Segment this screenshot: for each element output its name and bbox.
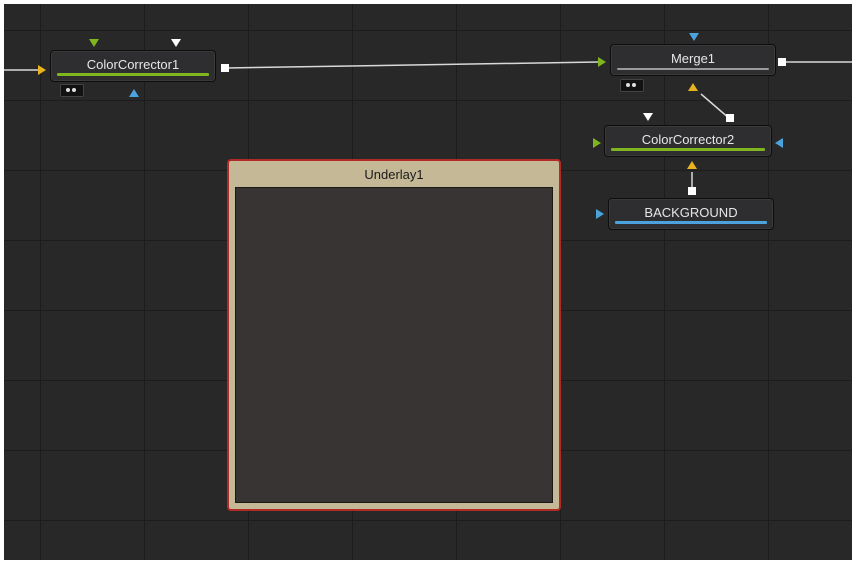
colorcorrector1-input-icon[interactable] <box>38 65 46 75</box>
colorcorrector1-output-port[interactable] <box>221 64 229 72</box>
colorcorrector1-mask-input-icon[interactable] <box>129 89 139 97</box>
wire-colorcorrector1-to-merge1[interactable] <box>225 61 599 69</box>
merge1-node[interactable]: Merge1 <box>610 44 776 76</box>
colorcorrector2-color-bar <box>611 148 765 151</box>
underlay1-title: Underlay1 <box>364 167 424 182</box>
background-color-bar <box>615 221 767 224</box>
colorcorrector1-matte-input-icon[interactable] <box>171 39 181 47</box>
merge1-effect-mask-input-icon[interactable] <box>689 33 699 41</box>
background-effect-mask-input-icon[interactable] <box>596 209 604 219</box>
colorcorrector1-effect-mask-input-icon[interactable] <box>89 39 99 47</box>
background-output-port[interactable] <box>688 187 696 195</box>
underlay1-node[interactable]: Underlay1 <box>227 159 561 511</box>
merge1-output-port[interactable] <box>778 58 786 66</box>
colorcorrector2-output-port[interactable] <box>726 114 734 122</box>
node-editor-canvas[interactable]: ColorCorrector1 Merge1 ColorCorrector2 B… <box>4 4 852 560</box>
colorcorrector1-node[interactable]: ColorCorrector1 <box>50 50 216 82</box>
colorcorrector2-effect-mask-input-icon[interactable] <box>593 138 601 148</box>
underlay1-body[interactable] <box>235 187 553 503</box>
background-label: BACKGROUND <box>644 205 738 220</box>
merge1-foreground-input-icon[interactable] <box>688 83 698 91</box>
colorcorrector1-color-bar <box>57 73 209 76</box>
colorcorrector1-view-toggle[interactable] <box>60 84 84 97</box>
colorcorrector2-input-icon[interactable] <box>687 161 697 169</box>
colorcorrector2-label: ColorCorrector2 <box>641 132 735 147</box>
colorcorrector2-matte-input-icon[interactable] <box>643 113 653 121</box>
colorcorrector1-label: ColorCorrector1 <box>86 57 180 72</box>
merge1-view-toggle[interactable] <box>620 79 644 92</box>
merge1-background-input-icon[interactable] <box>598 57 606 67</box>
merge1-label: Merge1 <box>670 51 716 66</box>
colorcorrector2-mask-input-icon[interactable] <box>775 138 783 148</box>
merge1-color-bar <box>617 68 769 70</box>
background-node[interactable]: BACKGROUND <box>608 198 774 230</box>
colorcorrector2-node[interactable]: ColorCorrector2 <box>604 125 772 157</box>
